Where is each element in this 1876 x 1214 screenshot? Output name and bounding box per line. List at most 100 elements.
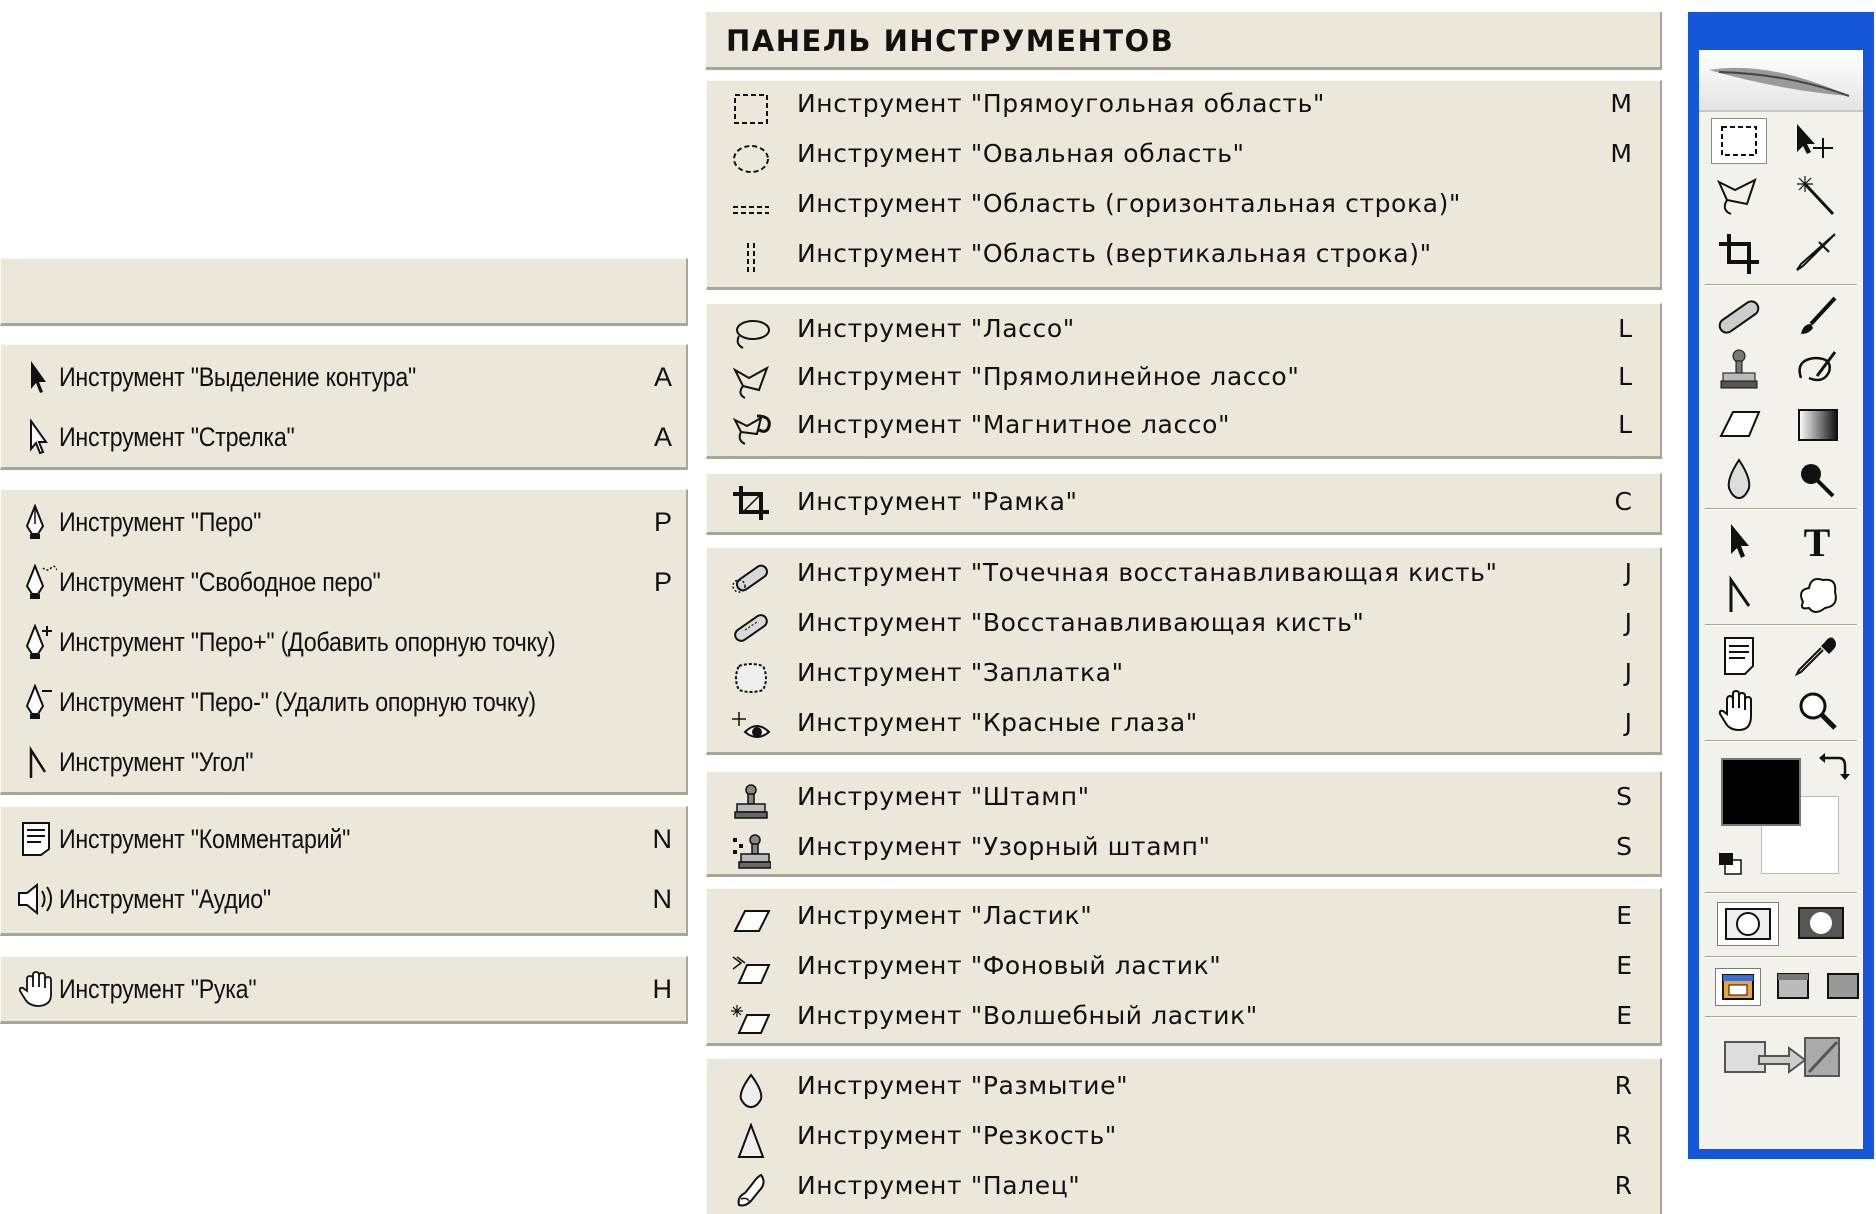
- toolbox-pen[interactable]: [1711, 572, 1767, 618]
- toolbox-hand[interactable]: [1711, 688, 1767, 734]
- swap-colors-icon[interactable]: [1817, 752, 1851, 782]
- polygonal-lasso-icon: [732, 365, 769, 399]
- toolbox-blur[interactable]: [1711, 456, 1767, 502]
- tool-row-hand[interactable]: Инструмент "Рука" H: [1, 959, 686, 1019]
- tool-row-path-selection[interactable]: Инструмент "Выделение контура" A: [1, 347, 686, 407]
- slice-icon: [1796, 233, 1836, 271]
- tool-label: Инструмент "Рамка": [797, 487, 1078, 516]
- tool-row-red-eye[interactable]: Инструмент "Красные глаза" J: [707, 698, 1660, 748]
- screen-mode-full-menu[interactable]: [1771, 968, 1817, 1006]
- toolbox-zoom[interactable]: [1789, 688, 1845, 734]
- eyedropper-icon: [1794, 637, 1836, 677]
- tool-row-mag-lasso[interactable]: Инструмент "Магнитное лассо" L: [707, 400, 1660, 450]
- tool-row-magic-eraser[interactable]: Инструмент "Волшебный ластик" E: [707, 991, 1660, 1041]
- path-selection-icon: [1731, 524, 1749, 558]
- rectangular-marquee-icon: [1721, 126, 1757, 156]
- panel-title-bar: ПАНЕЛЬ ИНСТРУМЕНТОВ: [706, 12, 1662, 70]
- tool-row-notes[interactable]: Инструмент "Комментарий" N: [1, 809, 686, 869]
- tool-row-bg-eraser[interactable]: Инструмент "Фоновый ластик" E: [707, 941, 1660, 991]
- tool-row-blur[interactable]: Инструмент "Размытие" R: [707, 1061, 1660, 1111]
- tool-shortcut: M: [1610, 89, 1632, 118]
- tool-row-row-marquee[interactable]: Инструмент "Область (горизонтальная стро…: [707, 179, 1660, 229]
- toolbox-lasso[interactable]: [1711, 174, 1767, 220]
- tool-row-crop[interactable]: Инструмент "Рамка" C: [707, 474, 1660, 530]
- tool-shortcut: J: [1624, 708, 1632, 737]
- tool-row-smudge[interactable]: Инструмент "Палец" R: [707, 1161, 1660, 1211]
- toolbox-custom-shape[interactable]: [1789, 572, 1845, 618]
- foreground-color-swatch[interactable]: [1721, 758, 1801, 826]
- toolbox-brush[interactable]: [1789, 294, 1845, 340]
- tool-row-spot-healing[interactable]: Инструмент "Точечная восстанавливающая к…: [707, 548, 1660, 598]
- toolbox-slice[interactable]: [1789, 230, 1845, 276]
- screen-mode-standard[interactable]: [1715, 968, 1761, 1006]
- toolbox-type[interactable]: T: [1789, 518, 1845, 565]
- history-brush-icon: [1798, 351, 1837, 382]
- default-colors-icon[interactable]: [1717, 850, 1747, 878]
- tool-label: Инструмент "Перо": [59, 507, 262, 537]
- toolbox-separator: [1705, 508, 1857, 510]
- toolbox-history-brush[interactable]: [1789, 348, 1845, 394]
- tool-label: Инструмент "Размытие": [797, 1071, 1129, 1100]
- toolbox-clone-stamp[interactable]: [1711, 348, 1767, 394]
- left-group-path-selection: Инструмент "Выделение контура" A Инструм…: [0, 344, 688, 470]
- tool-label: Инструмент "Узорный штамп": [797, 832, 1211, 861]
- tool-row-lasso[interactable]: Инструмент "Лассо" L: [707, 304, 1660, 354]
- tool-row-clone-stamp[interactable]: Инструмент "Штамп" S: [707, 772, 1660, 822]
- toolbox-rectangular-marquee[interactable]: [1711, 118, 1767, 164]
- tool-row-rect-marquee[interactable]: Инструмент "Прямоугольная область" M: [707, 79, 1660, 129]
- tool-row-sharpen[interactable]: Инструмент "Резкость" R: [707, 1111, 1660, 1161]
- tool-row-ellip-marquee[interactable]: Инструмент "Овальная область" M: [707, 129, 1660, 179]
- type-icon: T: [1804, 520, 1831, 565]
- tool-shortcut: A: [653, 422, 672, 452]
- right-group-marquee: Инструмент "Прямоугольная область" M Инс…: [706, 80, 1662, 290]
- toolbox-dodge[interactable]: [1789, 456, 1845, 502]
- tool-label: Инструмент "Комментарий": [59, 824, 351, 854]
- tool-row-direct-selection[interactable]: Инструмент "Стрелка" A: [1, 407, 686, 467]
- tool-shortcut: J: [1624, 558, 1632, 587]
- toolbox-gradient[interactable]: [1789, 402, 1845, 448]
- tool-row-audio[interactable]: Инструмент "Аудио" N: [1, 869, 686, 929]
- toolbox-path-selection[interactable]: [1711, 518, 1767, 564]
- toolbox-crop[interactable]: [1711, 230, 1767, 276]
- tool-row-freeform-pen[interactable]: Инструмент "Свободное перо" P: [1, 552, 686, 612]
- gradient-icon: [1798, 409, 1838, 441]
- tool-row-convert-point[interactable]: Инструмент "Угол": [1, 732, 686, 792]
- toolbox-header[interactable]: [1699, 50, 1863, 112]
- lasso-icon: [736, 320, 770, 349]
- toolbox-eraser[interactable]: [1711, 402, 1767, 448]
- crop-icon: [733, 486, 769, 520]
- quick-mask-button[interactable]: [1791, 902, 1853, 946]
- notes-icon: [1724, 637, 1754, 675]
- tool-row-patch[interactable]: Инструмент "Заплатка" J: [707, 648, 1660, 698]
- screen-mode-full[interactable]: [1821, 968, 1867, 1006]
- tool-row-eraser[interactable]: Инструмент "Ластик" E: [707, 891, 1660, 941]
- tool-label: Инструмент "Область (горизонтальная стро…: [797, 189, 1462, 218]
- tool-row-poly-lasso[interactable]: Инструмент "Прямолинейное лассо" L: [707, 352, 1660, 402]
- tool-label: Инструмент "Свободное перо": [59, 567, 381, 597]
- magic-eraser-icon: [731, 1005, 771, 1034]
- tool-row-delete-anchor[interactable]: Инструмент "Перо-" (Удалить опорную точк…: [1, 672, 686, 732]
- tool-label: Инструмент "Область (вертикальная строка…: [797, 239, 1432, 268]
- tool-row-healing[interactable]: Инструмент "Восстанавливающая кисть" J: [707, 598, 1660, 648]
- tool-row-col-marquee[interactable]: Инструмент "Область (вертикальная строка…: [707, 229, 1660, 279]
- notes-icon: [22, 822, 50, 856]
- tool-shortcut: L: [1618, 362, 1632, 391]
- toolbox-notes[interactable]: [1711, 634, 1767, 680]
- toolbox-move[interactable]: [1789, 118, 1845, 164]
- tool-row-add-anchor[interactable]: Инструмент "Перо+" (Добавить опорную точ…: [1, 612, 686, 672]
- toolbox-magic-wand[interactable]: [1789, 174, 1845, 220]
- tool-row-pen[interactable]: Инструмент "Перо" P: [1, 492, 686, 552]
- eraser-icon: [733, 910, 771, 932]
- screen-mode-full-icon: [1827, 973, 1859, 999]
- jump-to-imageready-button[interactable]: [1719, 1028, 1849, 1088]
- blur-icon: [1727, 458, 1751, 500]
- zoom-icon: [1799, 692, 1837, 730]
- jump-to-imageready-icon: [1724, 1037, 1840, 1077]
- screen-mode-standard-icon: [1722, 974, 1754, 1000]
- toolbox-eyedropper[interactable]: [1789, 634, 1845, 680]
- standard-mode-button[interactable]: [1717, 902, 1779, 946]
- right-group-lasso: Инструмент "Лассо" L Инструмент "Прямоли…: [706, 303, 1662, 459]
- tool-shortcut: S: [1616, 782, 1632, 811]
- tool-row-pattern-stamp[interactable]: Инструмент "Узорный штамп" S: [707, 822, 1660, 872]
- toolbox-healing-brush[interactable]: [1711, 294, 1767, 340]
